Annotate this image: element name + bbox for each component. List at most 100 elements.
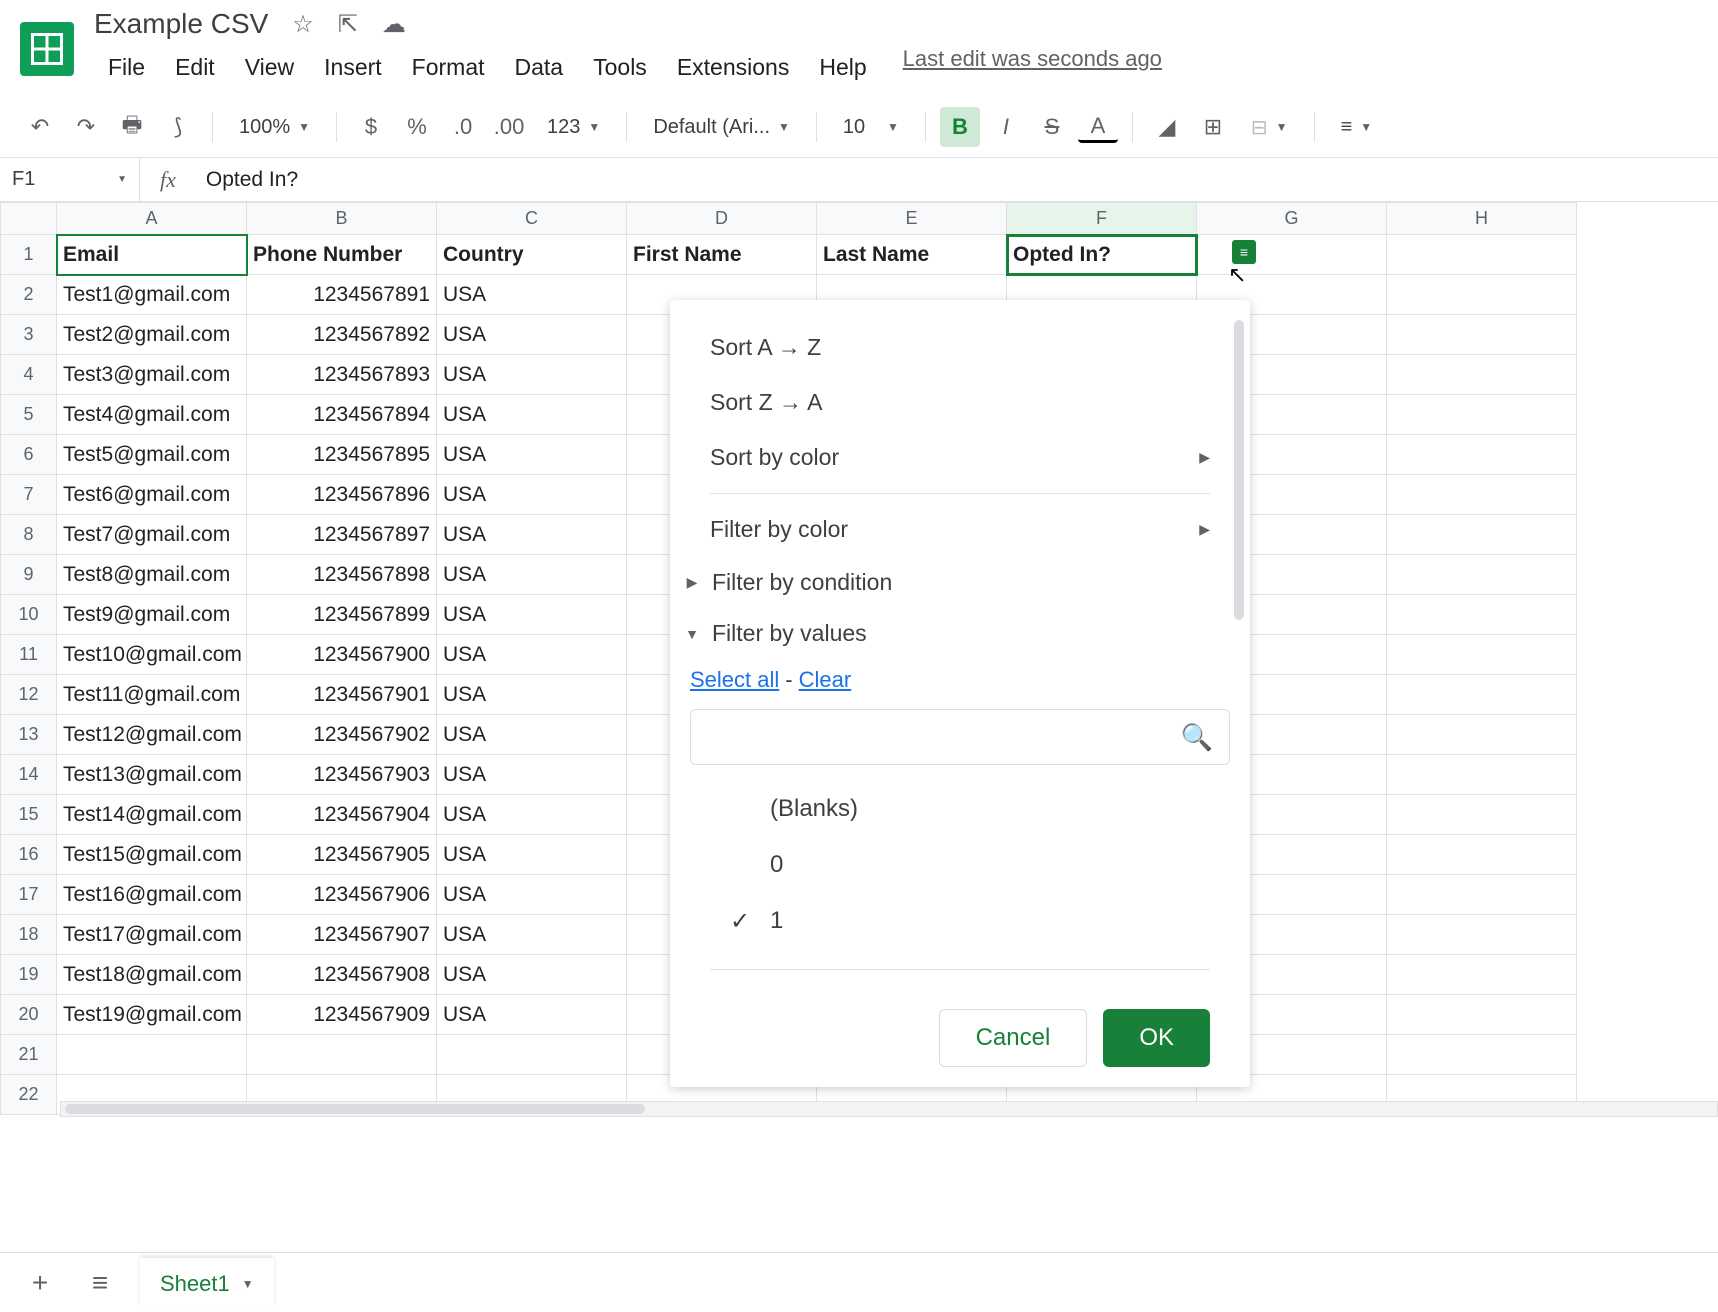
row-header-8[interactable]: 8 (1, 515, 57, 555)
zoom-combo[interactable]: 100%▼ (227, 116, 322, 139)
menu-format[interactable]: Format (398, 46, 499, 89)
row-header-12[interactable]: 12 (1, 675, 57, 715)
cloud-icon[interactable]: ☁ (382, 10, 406, 39)
row-header-16[interactable]: 16 (1, 835, 57, 875)
row-header-22[interactable]: 22 (1, 1075, 57, 1115)
row-header-21[interactable]: 21 (1, 1035, 57, 1075)
clear-link[interactable]: Clear (799, 667, 852, 692)
cell-A14[interactable]: Test13@gmail.com (57, 755, 247, 795)
cell-H10[interactable] (1387, 595, 1577, 635)
select-all-link[interactable]: Select all (690, 667, 779, 692)
cell-C18[interactable]: USA (437, 915, 627, 955)
menu-tools[interactable]: Tools (579, 46, 661, 89)
strikethrough-icon[interactable]: S (1032, 107, 1072, 147)
cell-H14[interactable] (1387, 755, 1577, 795)
cell-C13[interactable]: USA (437, 715, 627, 755)
cell-H18[interactable] (1387, 915, 1577, 955)
sort-by-color[interactable]: Sort by color▶ (670, 430, 1250, 485)
cell-A3[interactable]: Test2@gmail.com (57, 315, 247, 355)
cell-H15[interactable] (1387, 795, 1577, 835)
cell-A6[interactable]: Test5@gmail.com (57, 435, 247, 475)
sheets-logo[interactable] (20, 22, 74, 76)
horizontal-scrollbar[interactable] (60, 1101, 1718, 1117)
undo-icon[interactable]: ↶ (20, 107, 60, 147)
cell-H2[interactable] (1387, 275, 1577, 315)
cell-C10[interactable]: USA (437, 595, 627, 635)
cell-C7[interactable]: USA (437, 475, 627, 515)
cell-C21[interactable] (437, 1035, 627, 1075)
cell-A11[interactable]: Test10@gmail.com (57, 635, 247, 675)
add-sheet-icon[interactable]: + (20, 1263, 60, 1303)
menu-extensions[interactable]: Extensions (663, 46, 804, 89)
cell-D1[interactable]: First Name (627, 235, 817, 275)
cell-H3[interactable] (1387, 315, 1577, 355)
cell-A7[interactable]: Test6@gmail.com (57, 475, 247, 515)
cell-C19[interactable]: USA (437, 955, 627, 995)
number-format-combo[interactable]: 123▼ (535, 116, 612, 139)
filter-by-condition[interactable]: ▶Filter by condition (670, 557, 1250, 608)
cell-B14[interactable]: 1234567903 (247, 755, 437, 795)
align-combo[interactable]: ≡▼ (1329, 116, 1385, 139)
cell-A5[interactable]: Test4@gmail.com (57, 395, 247, 435)
merge-cells-combo[interactable]: ⊟▼ (1239, 115, 1300, 140)
currency-icon[interactable]: $ (351, 107, 391, 147)
col-header-H[interactable]: H (1387, 203, 1577, 235)
decrease-decimal-icon[interactable]: .0 (443, 107, 483, 147)
cell-B7[interactable]: 1234567896 (247, 475, 437, 515)
cell-C17[interactable]: USA (437, 875, 627, 915)
cell-B16[interactable]: 1234567905 (247, 835, 437, 875)
col-header-E[interactable]: E (817, 203, 1007, 235)
cell-H13[interactable] (1387, 715, 1577, 755)
cell-B21[interactable] (247, 1035, 437, 1075)
cell-B13[interactable]: 1234567902 (247, 715, 437, 755)
cell-B8[interactable]: 1234567897 (247, 515, 437, 555)
row-header-1[interactable]: 1 (1, 235, 57, 275)
cell-B2[interactable]: 1234567891 (247, 275, 437, 315)
cell-A17[interactable]: Test16@gmail.com (57, 875, 247, 915)
cell-B4[interactable]: 1234567893 (247, 355, 437, 395)
cell-H5[interactable] (1387, 395, 1577, 435)
increase-decimal-icon[interactable]: .00 (489, 107, 529, 147)
row-header-11[interactable]: 11 (1, 635, 57, 675)
row-header-13[interactable]: 13 (1, 715, 57, 755)
cell-A13[interactable]: Test12@gmail.com (57, 715, 247, 755)
cell-H1[interactable] (1387, 235, 1577, 275)
star-icon[interactable]: ☆ (292, 10, 314, 39)
name-box[interactable]: F1▼ (0, 158, 140, 201)
menu-file[interactable]: File (94, 46, 159, 89)
cell-A1[interactable]: Email (57, 235, 247, 275)
cell-H12[interactable] (1387, 675, 1577, 715)
cell-B11[interactable]: 1234567900 (247, 635, 437, 675)
cell-C4[interactable]: USA (437, 355, 627, 395)
cell-A16[interactable]: Test15@gmail.com (57, 835, 247, 875)
cell-A2[interactable]: Test1@gmail.com (57, 275, 247, 315)
formula-input[interactable]: Opted In? (196, 168, 298, 192)
col-header-C[interactable]: C (437, 203, 627, 235)
bold-icon[interactable]: B (940, 107, 980, 147)
cell-C12[interactable]: USA (437, 675, 627, 715)
menu-insert[interactable]: Insert (310, 46, 396, 89)
cell-H11[interactable] (1387, 635, 1577, 675)
row-header-15[interactable]: 15 (1, 795, 57, 835)
filter-value[interactable]: 0 (710, 837, 1210, 893)
sheet-tab[interactable]: Sheet1▼ (140, 1258, 274, 1307)
col-header-B[interactable]: B (247, 203, 437, 235)
col-header-D[interactable]: D (627, 203, 817, 235)
cell-A15[interactable]: Test14@gmail.com (57, 795, 247, 835)
print-icon[interactable]: 🖶 (112, 107, 152, 147)
row-header-10[interactable]: 10 (1, 595, 57, 635)
cell-E1[interactable]: Last Name (817, 235, 1007, 275)
row-header-5[interactable]: 5 (1, 395, 57, 435)
cell-A18[interactable]: Test17@gmail.com (57, 915, 247, 955)
cell-A12[interactable]: Test11@gmail.com (57, 675, 247, 715)
cell-H8[interactable] (1387, 515, 1577, 555)
cell-A10[interactable]: Test9@gmail.com (57, 595, 247, 635)
sort-za[interactable]: Sort Z → A (670, 375, 1250, 430)
cell-A9[interactable]: Test8@gmail.com (57, 555, 247, 595)
cell-H19[interactable] (1387, 955, 1577, 995)
cell-B17[interactable]: 1234567906 (247, 875, 437, 915)
col-header-F[interactable]: F (1007, 203, 1197, 235)
font-size-combo[interactable]: 10▼ (831, 116, 911, 139)
row-header-14[interactable]: 14 (1, 755, 57, 795)
ok-button[interactable]: OK (1103, 1009, 1210, 1067)
